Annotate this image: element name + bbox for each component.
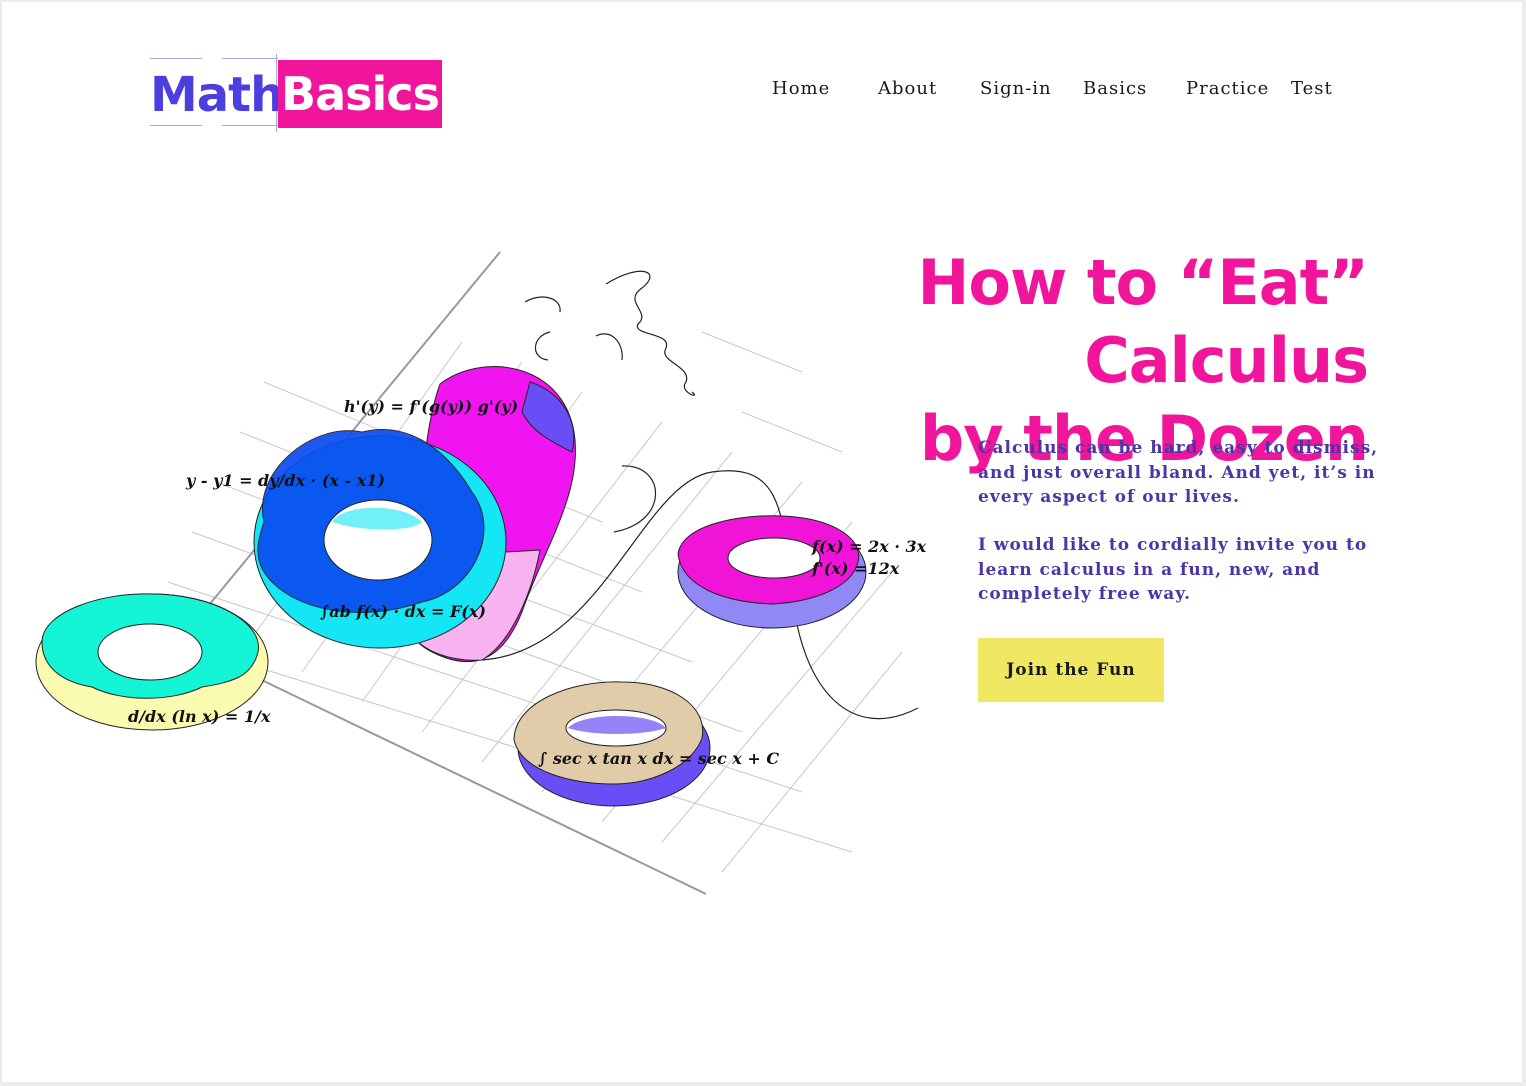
eye-doodle	[595, 333, 623, 361]
nav-practice[interactable]: Practice	[1186, 78, 1269, 99]
equation-integral: ∫ab f(x) · dx = F(x)	[320, 602, 486, 621]
hero-invite-paragraph: I would like to cordially invite you to …	[978, 535, 1368, 604]
eye-doodle	[524, 296, 561, 313]
equation-function-derivative: f'(x) =12x	[811, 559, 900, 578]
equation-ln-derivative: d/dx (ln x) = 1/x	[128, 707, 271, 726]
logo-math-text: Math	[150, 67, 284, 123]
brand-logo[interactable]: Math Basics	[150, 54, 450, 132]
donut-hole	[97, 623, 203, 681]
equation-sec-integral: ∫ sec x tan x dx = sec x + C	[538, 749, 779, 768]
logo-guide-line	[222, 58, 278, 59]
equation-function: f(x) = 2x · 3x	[811, 537, 927, 556]
nav-about[interactable]: About	[878, 78, 937, 99]
nav-sign-in[interactable]: Sign-in	[980, 78, 1052, 99]
brow-doodle	[534, 331, 551, 361]
page: Math Basics Home About Sign-in Basics Pr…	[2, 2, 1522, 1082]
nav-basics[interactable]: Basics	[1083, 78, 1147, 99]
join-the-fun-button[interactable]: Join the Fun	[978, 638, 1164, 702]
nav-home[interactable]: Home	[772, 78, 830, 99]
hero-headline-line1: How to “Eat” Calculus	[917, 246, 1369, 397]
logo-basics-text: Basics	[278, 60, 442, 128]
equation-chain-rule: h'(y) = f'(g(y)) g'(y)	[344, 397, 518, 416]
donut-hole	[727, 537, 821, 579]
hero-intro-paragraph: Calculus can be hard, easy to dismiss, a…	[978, 438, 1379, 507]
nav-test[interactable]: Test	[1291, 78, 1333, 99]
logo-guide-line	[150, 58, 202, 59]
equation-tangent-line: y - y1 = dy/dx · (x - x1)	[185, 471, 385, 490]
